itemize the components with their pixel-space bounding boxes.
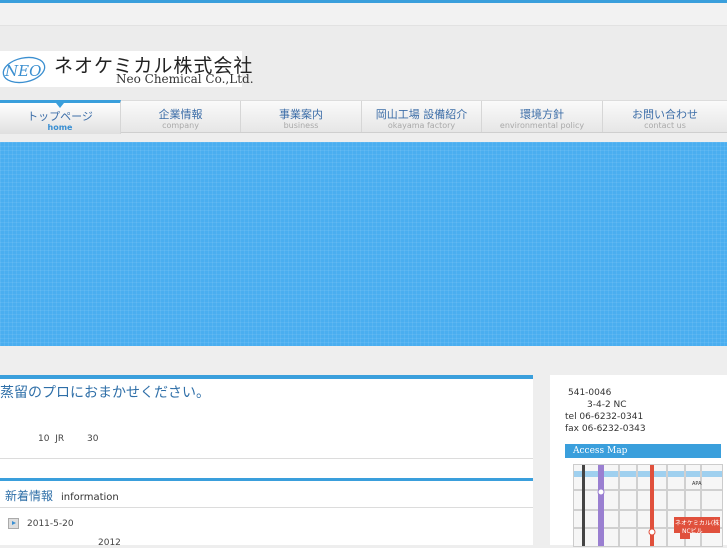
divider xyxy=(0,507,533,508)
news-heading-en: information xyxy=(61,492,119,503)
main-content: 蒸留のプロにおまかせください。 10 JR 30 新着情報 information… xyxy=(0,375,533,548)
nav-item-environmental-policy[interactable]: 環境方針 environmental policy xyxy=(482,101,603,132)
access-map[interactable]: ネオケミカル(株) NCビル APA xyxy=(573,464,723,547)
main-navigation: トップページ home 企業情報 company 事業案内 business 岡… xyxy=(0,100,727,134)
active-arrow-icon xyxy=(56,103,64,108)
map-label-building: NCビル xyxy=(682,528,703,535)
nav-item-company[interactable]: 企業情報 company xyxy=(121,101,241,132)
nav-item-label: 環境方針 xyxy=(520,108,564,121)
nav-item-home[interactable]: トップページ home xyxy=(0,100,121,134)
map-label-hotel: APA xyxy=(692,481,702,487)
nav-item-label: 企業情報 xyxy=(158,108,203,121)
neo-logo-mark: NEO xyxy=(0,53,50,85)
sidebar: 541-0046 3-4-2 NC tel 06-6232-0341 fax 0… xyxy=(550,375,727,547)
intro-minutes: 30 xyxy=(87,434,99,444)
nav-item-sublabel: home xyxy=(47,123,73,132)
page-headline: 蒸留のプロにおまかせください。 xyxy=(0,385,210,401)
nav-item-sublabel: contact us xyxy=(644,121,686,130)
nav-item-sublabel: company xyxy=(162,121,199,130)
news-item-text: 2012 xyxy=(98,538,121,548)
news-heading-jp: 新着情報 xyxy=(5,489,54,503)
intro-number: 10 xyxy=(38,434,50,444)
nav-item-contact[interactable]: お問い合わせ contact us xyxy=(603,101,727,132)
news-item[interactable]: 2011-5-20 xyxy=(8,518,74,529)
fax: fax 06-6232-0343 xyxy=(565,424,646,434)
nav-item-label: トップページ xyxy=(27,110,93,123)
news-date: 2011-5-20 xyxy=(27,519,74,529)
nav-item-label: 事業案内 xyxy=(279,108,323,121)
news-rule xyxy=(0,478,533,481)
access-map-heading: Access Map xyxy=(565,444,721,458)
news-heading: 新着情報 information xyxy=(5,487,119,504)
intro-jr: JR xyxy=(55,434,65,444)
nav-item-sublabel: okayama factory xyxy=(387,121,456,130)
nav-item-okayama-factory[interactable]: 岡山工場 設備紹介 okayama factory xyxy=(362,101,482,132)
divider xyxy=(0,458,533,459)
nav-item-label: 岡山工場 設備紹介 xyxy=(375,108,468,121)
postal-code: 541-0046 xyxy=(568,388,612,398)
top-stripe xyxy=(0,3,727,26)
telephone: tel 06-6232-0341 xyxy=(565,412,644,422)
section-rule xyxy=(0,375,533,379)
arrow-right-icon xyxy=(8,518,19,529)
company-name-en: Neo Chemical Co.,Ltd. xyxy=(116,72,254,86)
nav-item-business[interactable]: 事業案内 business xyxy=(241,101,362,132)
company-logo[interactable]: NEO ネオケミカル株式会社 Neo Chemical Co.,Ltd. xyxy=(0,51,254,87)
nav-item-sublabel: business xyxy=(283,121,319,130)
address: 3-4-2 NC xyxy=(587,400,627,410)
nav-item-label: お問い合わせ xyxy=(632,108,698,121)
hero-banner xyxy=(0,142,727,346)
nav-item-sublabel: environmental policy xyxy=(499,121,585,130)
intro-text: 10 JR 30 xyxy=(38,434,98,444)
